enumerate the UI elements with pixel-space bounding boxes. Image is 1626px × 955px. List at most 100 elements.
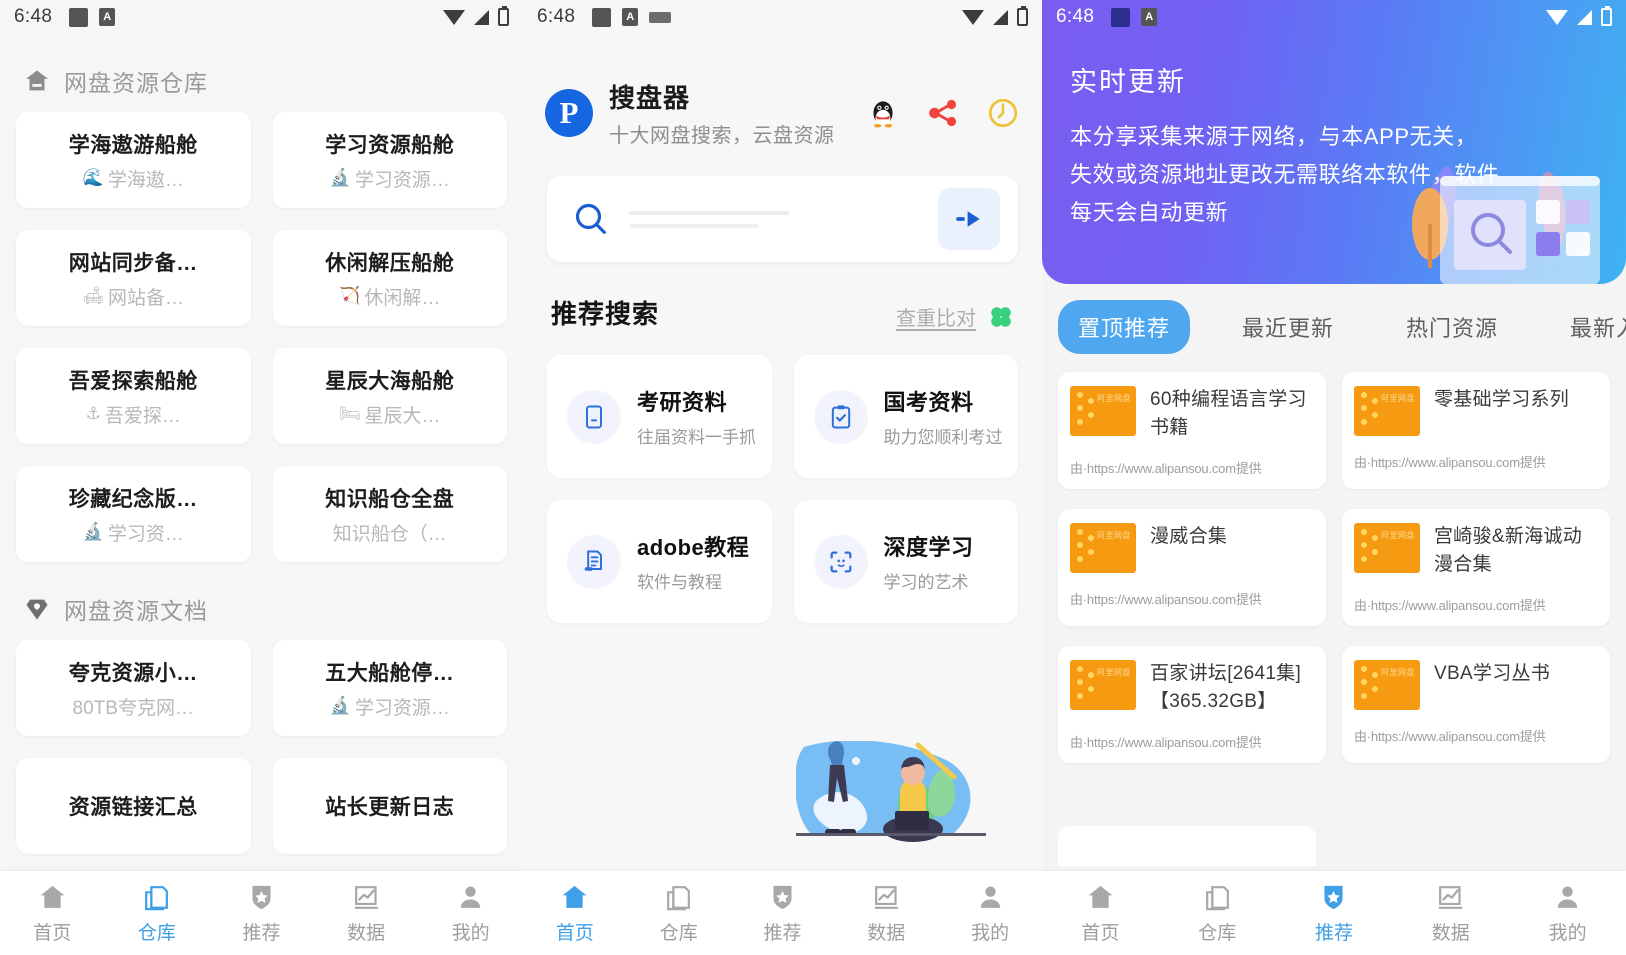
resource-card[interactable]: 网站同步备… 🛋 网站备… <box>16 230 251 326</box>
status-left-icons: A <box>69 7 116 27</box>
clock-icon[interactable] <box>986 96 1020 130</box>
warehouse-icon <box>145 885 169 910</box>
tab-label: 推荐 <box>1314 922 1353 944</box>
search-bar[interactable] <box>547 176 1018 262</box>
resource-source: 由·https://www.alipansou.com提供 <box>1354 598 1546 613</box>
tab-recommend[interactable]: 推荐 <box>209 882 314 945</box>
battery-icon <box>1017 6 1028 26</box>
tab-newest-added[interactable]: 最新入库 <box>1550 300 1626 354</box>
resource-card[interactable]: 知识船仓全盘 知识船仓（… <box>272 466 507 562</box>
recommend-card-text: 考研资料 往届资料一手抓 <box>637 385 756 448</box>
resource-card[interactable]: 五大船舱停… 🔬 学习资源… <box>272 640 507 736</box>
resource-card[interactable]: 休闲解压船舱 🏹 休闲解… <box>272 230 507 326</box>
chart-icon <box>354 885 378 909</box>
resource-title: 60种编程语言学习书籍 <box>1150 389 1307 438</box>
app-notification-icon <box>592 7 612 27</box>
resource-thumbnail-icon: 阿里网盘 <box>1070 660 1136 710</box>
home-icon <box>563 885 587 908</box>
search-submit-button[interactable] <box>938 188 1000 250</box>
bottom-tabbar: 首页 仓库 推荐 数据 我的 <box>1042 871 1626 955</box>
card-subtitle: 往届资料一手抓 <box>637 428 756 447</box>
tab-mine[interactable]: 我的 <box>938 882 1042 945</box>
card-sub-text: 学海遨… <box>107 169 184 191</box>
tab-data[interactable]: 数据 <box>314 882 419 945</box>
resource-card[interactable]: 阿里网盘 60种编程语言学习书籍 由·https://www.alipansou… <box>1058 372 1326 489</box>
tab-recent-update[interactable]: 最近更新 <box>1222 300 1354 354</box>
resource-card[interactable]: 阿里网盘 百家讲坛[2641集]【365.32GB】 由·https://www… <box>1058 646 1326 763</box>
tab-warehouse[interactable]: 仓库 <box>1159 882 1276 945</box>
document-icon <box>567 389 621 444</box>
card-emoji-icon: 🔬 <box>329 168 351 187</box>
tab-mine[interactable]: 我的 <box>418 882 523 945</box>
tab-top-recommend[interactable]: 置顶推荐 <box>1058 300 1191 354</box>
resource-card[interactable]: 阿里网盘 零基础学习系列 由·https://www.alipansou.com… <box>1342 372 1610 489</box>
promo-banner: 6:48 A 实时更新 本分享采集来源于网络，与本APP无关，失效或资源地址更改… <box>1042 0 1626 284</box>
tab-warehouse[interactable]: 仓库 <box>627 882 731 945</box>
resource-source: 由·https://www.alipansou.com提供 <box>1354 729 1546 744</box>
clover-icon <box>991 306 1011 327</box>
recommend-card[interactable]: 深度学习 学习的艺术 <box>793 500 1018 623</box>
tab-mine[interactable]: 我的 <box>1509 882 1626 945</box>
badge-star-icon <box>252 885 271 909</box>
tab-label: 我的 <box>1548 922 1587 944</box>
resource-card[interactable]: 学海遨游船舱 🌊 学海遨… <box>16 112 251 208</box>
qq-penguin-icon[interactable] <box>866 96 900 130</box>
phone-panel-home: 6:48 A P 搜盘器 十大网盘搜索，云盘资源 推荐搜索 查重比对 考研资料 … <box>523 0 1042 955</box>
resource-card[interactable]: 阿里网盘 VBA学习丛书 由·https://www.alipansou.com… <box>1342 646 1610 763</box>
resource-card[interactable]: 阿里网盘 漫威合集 由·https://www.alipansou.com提供 <box>1058 509 1326 626</box>
person-with-laptop-illustration <box>796 741 986 871</box>
status-left-icons: A <box>592 7 672 27</box>
person-icon <box>460 886 481 908</box>
wifi-icon <box>443 9 465 25</box>
recommend-card[interactable]: adobe教程 软件与教程 <box>547 500 772 623</box>
tab-data[interactable]: 数据 <box>1392 882 1509 945</box>
dedup-compare-link[interactable]: 查重比对 <box>896 302 976 331</box>
card-title: 星辰大海船舱 <box>325 369 455 393</box>
section-header-warehouse: 网盘资源仓库 <box>16 34 507 112</box>
tab-home[interactable]: 首页 <box>0 882 105 945</box>
thumbnail-watermark: 阿里网盘 <box>1097 531 1131 540</box>
tab-label: 数据 <box>347 922 386 944</box>
card-subtitle: ⚓ 吾爱探… <box>86 401 181 428</box>
placeholder-line <box>629 210 789 215</box>
recommend-card[interactable]: 国考资料 助力您顺利考过 <box>793 355 1018 478</box>
card-title: 深度学习 <box>883 535 974 560</box>
resource-card[interactable]: 吾爱探索船舱 ⚓ 吾爱探… <box>16 348 251 444</box>
tab-data[interactable]: 数据 <box>834 882 938 945</box>
tab-label: 仓库 <box>137 922 176 944</box>
recommend-card[interactable]: 考研资料 往届资料一手抓 <box>547 355 772 478</box>
resource-card[interactable]: 珍藏纪念版… 🔬 学习资… <box>16 466 251 562</box>
resource-title: 宫崎骏&新海诚动漫合集 <box>1434 526 1583 575</box>
card-sub-text: 80TB夸克网… <box>72 697 194 719</box>
share-icon[interactable] <box>926 96 960 130</box>
tab-home[interactable]: 首页 <box>1042 882 1159 945</box>
resource-card[interactable]: 学习资源船舱 🔬 学习资源… <box>272 112 507 208</box>
resource-source: 由·https://www.alipansou.com提供 <box>1354 455 1546 470</box>
tab-hot-resources[interactable]: 热门资源 <box>1386 300 1518 354</box>
tab-warehouse[interactable]: 仓库 <box>105 882 210 945</box>
resource-title: VBA学习丛书 <box>1434 663 1551 684</box>
card-subtitle: 知识船仓（… <box>333 519 447 546</box>
warehouse-body: 网盘资源仓库 学海遨游船舱 🌊 学海遨… 学习资源船舱 🔬 学习资源… 网站同步备…… <box>0 34 523 854</box>
bottom-tabbar: 首页 仓库 推荐 数据 我的 <box>0 871 523 955</box>
search-input[interactable] <box>611 210 938 228</box>
resource-card[interactable]: 资源链接汇总 <box>16 758 251 854</box>
wifi-icon <box>1546 9 1568 25</box>
status-bar: 6:48 A <box>1042 0 1626 34</box>
card-title: 休闲解压船舱 <box>325 251 455 275</box>
resource-card[interactable]: 站长更新日志 <box>272 758 507 854</box>
resource-card[interactable]: 夸克资源小… 80TB夸克网… <box>16 640 251 736</box>
resource-card[interactable]: 星辰大海船舱 🛏 星辰大… <box>272 348 507 444</box>
resource-thumbnail-icon: 阿里网盘 <box>1354 523 1420 573</box>
recommend-header-right: 查重比对 <box>896 302 1014 331</box>
keyboard-icon <box>649 11 672 23</box>
resource-card[interactable]: 阿里网盘 宫崎骏&新海诚动漫合集 由·https://www.alipansou… <box>1342 509 1610 626</box>
tab-recommend[interactable]: 推荐 <box>1276 882 1393 945</box>
tab-home[interactable]: 首页 <box>523 882 627 945</box>
card-subtitle: 软件与教程 <box>637 573 722 592</box>
gem-icon <box>26 599 48 620</box>
tab-recommend[interactable]: 推荐 <box>731 882 835 945</box>
signal-icon <box>474 9 489 25</box>
card-subtitle: 🔬 学习资源… <box>330 165 450 192</box>
status-right-icons <box>962 6 1028 26</box>
